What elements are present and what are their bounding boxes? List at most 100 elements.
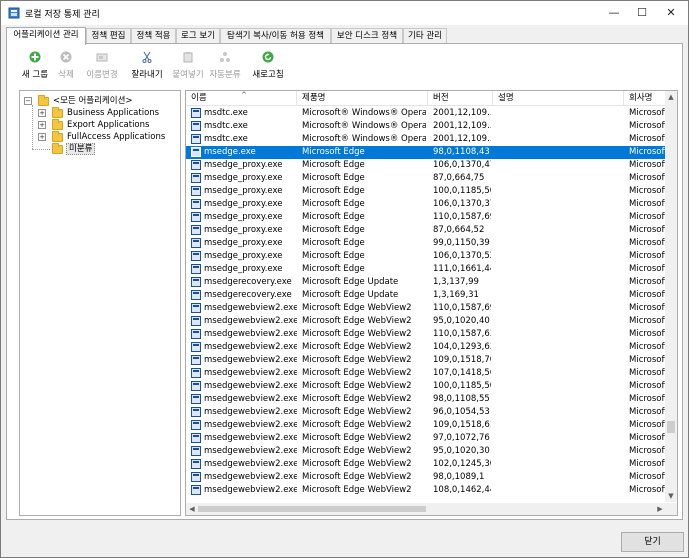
application-list: 이름 ^ 제품명 버전 설명 회사명 msdtc.exe Microsoft® W… xyxy=(185,90,678,516)
paste-button[interactable]: 붙여넣기 xyxy=(169,48,207,82)
cell-version: 106,0,1370,37 xyxy=(433,199,491,209)
column-header-name[interactable]: 이름 ^ xyxy=(186,91,297,106)
table-row[interactable]: msdtc.exe Microsoft® Windows® Operat... 20… xyxy=(186,133,677,146)
cell-version: 108,0,1462,44 xyxy=(433,485,491,495)
cell-version: 2001,12,109... xyxy=(433,134,491,144)
table-row[interactable]: msedge_proxy.exe Microsoft Edge 106,0,1370… xyxy=(186,159,677,172)
table-row[interactable]: msedge_proxy.exe Microsoft Edge 106,0,1370… xyxy=(186,198,677,211)
table-row[interactable]: msedgewebview2.exe Microsoft Edge WebView… xyxy=(186,432,677,445)
cell-product: Microsoft Edge WebView2 xyxy=(302,368,412,378)
executable-icon xyxy=(191,342,201,352)
table-row[interactable]: msedge_proxy.exe Microsoft Edge 106,0,1370… xyxy=(186,250,677,263)
table-row[interactable]: msedgerecovery.exe Microsoft Edge Update 1… xyxy=(186,289,677,302)
tree-item-label: 미분류 xyxy=(66,143,96,155)
table-row[interactable]: msedgewebview2.exe Microsoft Edge WebView… xyxy=(186,458,677,471)
scroll-down-icon[interactable]: ▼ xyxy=(665,490,677,502)
tab-other-management[interactable]: 기타 관리 xyxy=(403,28,447,44)
tree-item-all-apps[interactable]: − <모든 어플리케이션> xyxy=(24,95,174,107)
executable-icon xyxy=(191,485,201,495)
table-row[interactable]: msedgewebview2.exe Microsoft Edge WebView… xyxy=(186,341,677,354)
tab-log-view[interactable]: 로그 보기 xyxy=(176,28,220,44)
tree-item-business-apps[interactable]: + Business Applications xyxy=(38,107,178,119)
table-row[interactable]: msedge_proxy.exe Microsoft Edge 111,0,1661… xyxy=(186,263,677,276)
column-header-version[interactable]: 버전 xyxy=(428,91,493,106)
refresh-button[interactable]: 새로고침 xyxy=(249,48,287,82)
cell-name: msedgewebview2.exe xyxy=(204,329,297,339)
cell-product: Microsoft Edge WebView2 xyxy=(302,381,412,391)
cell-company: Microsoft xyxy=(629,225,668,235)
tab-explorer-copy-policy[interactable]: 탐색기 복사/이동 허용 정책 xyxy=(220,28,331,44)
column-header-description[interactable]: 설명 xyxy=(493,91,624,106)
tree-item-unclassified[interactable]: 미분류 xyxy=(38,143,178,155)
cell-desc xyxy=(498,328,622,341)
table-row[interactable]: msdtc.exe Microsoft® Windows® Operat... 20… xyxy=(186,120,677,133)
title-bar: 로컬 저장 통제 관리 — ☐ ✕ xyxy=(1,1,688,25)
vertical-scrollbar[interactable]: ▲ ▼ xyxy=(665,91,677,502)
tree-item-export-apps[interactable]: + Export Applications xyxy=(38,119,178,131)
horizontal-scrollbar[interactable]: ◀ ▶ xyxy=(186,503,666,515)
table-row[interactable]: msedgewebview2.exe Microsoft Edge WebView… xyxy=(186,315,677,328)
table-row[interactable]: msedgewebview2.exe Microsoft Edge WebView… xyxy=(186,484,677,497)
cell-name: msedge_proxy.exe xyxy=(204,212,283,222)
table-row[interactable]: msedgewebview2.exe Microsoft Edge WebView… xyxy=(186,380,677,393)
table-row[interactable]: msedgewebview2.exe Microsoft Edge WebView… xyxy=(186,302,677,315)
close-button[interactable]: 닫기 xyxy=(621,532,684,552)
executable-icon xyxy=(191,329,201,339)
cell-version: 1,3,137,99 xyxy=(433,277,479,287)
scroll-left-icon[interactable]: ◀ xyxy=(186,503,198,515)
table-row[interactable]: msedge.exe Microsoft Edge 98,0,1108,43 Micr… xyxy=(186,146,677,159)
cell-version: 1,3,169,31 xyxy=(433,290,479,300)
cell-company: Microsoft xyxy=(629,459,668,469)
tab-policy-apply[interactable]: 정책 적용 xyxy=(131,28,176,44)
table-row[interactable]: msedgewebview2.exe Microsoft Edge WebView… xyxy=(186,367,677,380)
cell-name: msedgewebview2.exe xyxy=(204,355,297,365)
table-row[interactable]: msedgerecovery.exe Microsoft Edge Update 1… xyxy=(186,276,677,289)
vertical-scroll-thumb[interactable] xyxy=(667,421,675,433)
table-row[interactable]: msedge_proxy.exe Microsoft Edge 87,0,664,5… xyxy=(186,224,677,237)
tab-secure-disk-policy[interactable]: 보안 디스크 정책 xyxy=(331,28,403,44)
tab-policy-edit[interactable]: 정책 편집 xyxy=(86,28,131,44)
horizontal-scroll-thumb[interactable] xyxy=(198,506,426,512)
cell-desc xyxy=(498,237,622,250)
rename-button[interactable]: 이름변경 xyxy=(81,48,123,82)
executable-icon xyxy=(191,446,201,456)
folder-icon xyxy=(52,131,63,142)
tab-app-management[interactable]: 어플리케이션 관리 xyxy=(6,27,86,45)
cell-desc xyxy=(498,250,622,263)
cell-name: msedgewebview2.exe xyxy=(204,394,297,404)
table-row[interactable]: msedgewebview2.exe Microsoft Edge WebView… xyxy=(186,354,677,367)
table-row[interactable]: msedgewebview2.exe Microsoft Edge WebView… xyxy=(186,471,677,484)
table-row[interactable]: msedge_proxy.exe Microsoft Edge 110,0,1587… xyxy=(186,211,677,224)
table-row[interactable]: msedgewebview2.exe Microsoft Edge WebView… xyxy=(186,419,677,432)
table-row[interactable]: msdtc.exe Microsoft® Windows® Operat... 20… xyxy=(186,107,677,120)
new-group-button[interactable]: 새 그룹 xyxy=(19,48,51,82)
table-row[interactable]: msedgewebview2.exe Microsoft Edge WebView… xyxy=(186,406,677,419)
delete-button[interactable]: 삭제 xyxy=(53,48,79,82)
cell-company: Microsoft xyxy=(629,186,668,196)
cell-name: msedgewebview2.exe xyxy=(204,420,297,430)
expand-icon[interactable]: + xyxy=(38,133,46,141)
expand-icon[interactable]: + xyxy=(38,121,46,129)
cut-button[interactable]: 잘라내기 xyxy=(127,48,167,82)
minimize-button[interactable]: — xyxy=(599,1,629,25)
cell-product: Microsoft Edge xyxy=(302,238,365,248)
auto-classify-button[interactable]: 자동분류 xyxy=(207,48,243,82)
expand-icon[interactable]: + xyxy=(38,109,46,117)
table-row[interactable]: msedgewebview2.exe Microsoft Edge WebView… xyxy=(186,445,677,458)
scroll-up-icon[interactable]: ▲ xyxy=(665,91,677,103)
cell-version: 95,0,1020,40 xyxy=(433,316,490,326)
column-header-product[interactable]: 제품명 xyxy=(297,91,428,106)
close-window-button[interactable]: ✕ xyxy=(656,1,686,25)
cell-desc xyxy=(498,393,622,406)
maximize-button[interactable]: ☐ xyxy=(627,1,657,25)
tree-item-fullaccess-apps[interactable]: + FullAccess Applications xyxy=(38,131,178,143)
cell-version: 102,0,1245,30 xyxy=(433,459,491,469)
table-row[interactable]: msedge_proxy.exe Microsoft Edge 99,0,1150,… xyxy=(186,237,677,250)
collapse-icon[interactable]: − xyxy=(24,97,32,105)
cell-name: msedgewebview2.exe xyxy=(204,316,297,326)
table-row[interactable]: msedge_proxy.exe Microsoft Edge 100,0,1185… xyxy=(186,185,677,198)
table-row[interactable]: msedge_proxy.exe Microsoft Edge 87,0,664,7… xyxy=(186,172,677,185)
table-row[interactable]: msedgewebview2.exe Microsoft Edge WebView… xyxy=(186,328,677,341)
cell-desc xyxy=(498,224,622,237)
table-row[interactable]: msedgewebview2.exe Microsoft Edge WebView… xyxy=(186,393,677,406)
